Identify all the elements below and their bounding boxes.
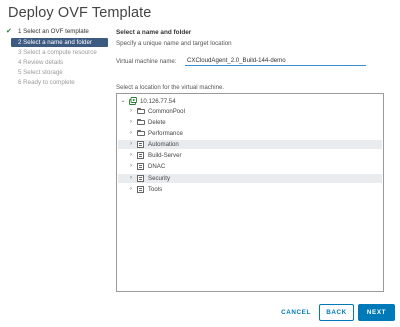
step-6: 6 Ready to complete (5, 78, 109, 88)
chevron-right-icon[interactable]: › (128, 162, 134, 171)
step-2[interactable]: 2 Select a name and folder (11, 38, 108, 47)
tree-node-commonpool[interactable]: › CommonPool (118, 107, 382, 116)
folder-icon (137, 108, 145, 114)
tree-node-performance[interactable]: › Performance (118, 129, 382, 138)
step-label: 1 Select an OVF template (18, 28, 89, 35)
datacenter-icon (137, 175, 144, 182)
step-label: 4 Review details (18, 59, 64, 66)
dialog-title: Deploy OVF Template (8, 5, 152, 21)
chevron-right-icon[interactable]: › (128, 129, 134, 138)
step-4: 4 Review details (5, 58, 109, 68)
tree-root[interactable]: ⌄ 10.126.77.54 (118, 97, 382, 106)
next-button[interactable]: NEXT (358, 304, 395, 321)
step-5: 5 Select storage (5, 68, 109, 78)
datacenter-icon (137, 152, 144, 159)
tree-node-label: Performance (148, 130, 183, 137)
vcenter-icon (129, 97, 137, 105)
step-label: 2 Select a name and folder (18, 39, 92, 46)
chevron-down-icon[interactable]: ⌄ (120, 97, 126, 106)
tree-node-label: CommonPool (148, 108, 185, 115)
step-label: 5 Select storage (18, 69, 63, 76)
folder-icon (137, 130, 145, 136)
folder-icon (137, 119, 145, 125)
vm-name-input[interactable] (185, 56, 366, 66)
tree-node-label: Automation (148, 141, 179, 148)
checkmark-icon: ✔ (6, 28, 12, 35)
folder-tree[interactable]: ⌄ 10.126.77.54 › CommonPool › Delete › P… (116, 93, 384, 292)
tree-node-label: Security (148, 175, 171, 182)
datacenter-icon (137, 163, 144, 170)
section-subheading: Specify a unique name and target locatio… (116, 40, 232, 47)
cancel-button[interactable]: CANCEL (274, 304, 318, 321)
main-panel: Select a name and folder Specify a uniqu… (116, 29, 386, 91)
chevron-right-icon[interactable]: › (128, 151, 134, 160)
chevron-right-icon[interactable]: › (128, 185, 134, 194)
chevron-right-icon[interactable]: › (128, 140, 134, 149)
tree-node-label: Tools (148, 186, 163, 193)
tree-node-automation[interactable]: › Automation (118, 140, 382, 149)
tree-node-label: 10.126.77.54 (140, 98, 176, 105)
tree-node-label: Build-Server (148, 152, 182, 159)
step-label: 6 Ready to complete (18, 79, 75, 86)
step-3: 3 Select a compute resource (5, 48, 109, 58)
datacenter-icon (137, 186, 144, 193)
section-heading: Select a name and folder (116, 29, 192, 36)
chevron-right-icon[interactable]: › (128, 107, 134, 116)
tree-node-delete[interactable]: › Delete (118, 118, 382, 127)
chevron-right-icon[interactable]: › (128, 174, 134, 183)
tree-node-build-server[interactable]: › Build-Server (118, 151, 382, 160)
wizard-steps: ✔ 1 Select an OVF template 2 Select a na… (5, 27, 109, 88)
tree-node-label: DNAC (148, 163, 166, 170)
chevron-right-icon[interactable]: › (128, 118, 134, 127)
datacenter-icon (137, 141, 144, 148)
tree-node-security[interactable]: › Security (118, 174, 382, 183)
step-label: 3 Select a compute resource (18, 49, 97, 56)
vm-name-row: Virtual machine name: (116, 56, 386, 67)
back-button[interactable]: BACK (319, 304, 354, 321)
tree-node-dnac[interactable]: › DNAC (118, 162, 382, 171)
tree-node-tools[interactable]: › Tools (118, 185, 382, 194)
tree-node-label: Delete (148, 119, 166, 126)
step-1[interactable]: ✔ 1 Select an OVF template (5, 27, 109, 37)
location-label: Select a location for the virtual machin… (116, 84, 225, 91)
vm-name-label: Virtual machine name: (116, 58, 177, 65)
